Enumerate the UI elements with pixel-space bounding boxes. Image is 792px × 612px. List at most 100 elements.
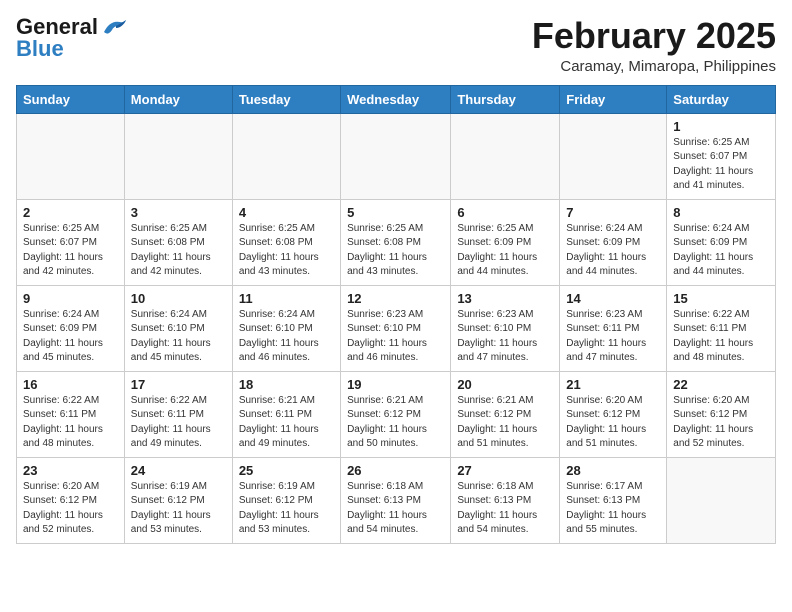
title-block: February 2025 Caramay, Mimaropa, Philipp… [532,16,776,75]
calendar-day-cell: 18 Sunrise: 6:21 AMSunset: 6:11 PMDayligh… [232,371,340,457]
calendar-week-row: 9 Sunrise: 6:24 AMSunset: 6:09 PMDaylight… [17,285,776,371]
calendar-day-cell: 19Sunrise: 6:21 AMSunset: 6:12 PMDayligh… [341,371,451,457]
day-number: 27 [457,463,553,478]
page: General Blue February 2025 Caramay, Mima… [0,0,792,560]
day-info: Sunrise: 6:18 AMSunset: 6:13 PMDaylight:… [457,480,553,538]
calendar-day-cell: 12 Sunrise: 6:23 AMSunset: 6:10 PMDayligh… [341,285,451,371]
weekday-header-thursday: Thursday [451,85,560,113]
day-info: Sunrise: 6:25 AMSunset: 6:07 PMDaylight:… [673,136,769,194]
calendar-day-cell: 24 Sunrise: 6:19 AMSunset: 6:12 PMDayligh… [124,457,232,543]
day-number: 10 [131,291,226,306]
day-number: 21 [566,377,660,392]
logo: General Blue [16,16,128,61]
day-info: Sunrise: 6:19 AMSunset: 6:12 PMDaylight:… [131,480,226,538]
day-number: 5 [347,205,444,220]
day-number: 11 [239,291,334,306]
calendar-day-cell: 8 Sunrise: 6:24 AMSunset: 6:09 PMDaylight… [667,199,776,285]
calendar-day-cell: 10 Sunrise: 6:24 AMSunset: 6:10 PMDayligh… [124,285,232,371]
day-info: Sunrise: 6:22 AMSunset: 6:11 PMDaylight:… [673,308,769,366]
day-number: 14 [566,291,660,306]
day-number: 22 [673,377,769,392]
day-number: 9 [23,291,118,306]
day-info: Sunrise: 6:25 AMSunset: 6:08 PMDaylight:… [239,222,334,280]
day-info: Sunrise: 6:25 AMSunset: 6:09 PMDaylight:… [457,222,553,280]
day-info: Sunrise: 6:24 AMSunset: 6:09 PMDaylight:… [23,308,118,366]
calendar-day-cell: 26 Sunrise: 6:18 AMSunset: 6:13 PMDayligh… [341,457,451,543]
day-number: 15 [673,291,769,306]
day-info: Sunrise: 6:23 AMSunset: 6:11 PMDaylight:… [566,308,660,366]
day-number: 6 [457,205,553,220]
weekday-header-saturday: Saturday [667,85,776,113]
calendar-day-cell: 2 Sunrise: 6:25 AMSunset: 6:07 PMDaylight… [17,199,125,285]
day-number: 23 [23,463,118,478]
calendar-day-cell: 3 Sunrise: 6:25 AMSunset: 6:08 PMDaylight… [124,199,232,285]
calendar-day-cell: 11Sunrise: 6:24 AMSunset: 6:10 PMDayligh… [232,285,340,371]
weekday-header-monday: Monday [124,85,232,113]
day-number: 28 [566,463,660,478]
day-number: 1 [673,119,769,134]
calendar-day-cell [560,113,667,199]
day-info: Sunrise: 6:20 AMSunset: 6:12 PMDaylight:… [23,480,118,538]
logo-text: General [16,16,98,38]
calendar-day-cell [232,113,340,199]
calendar-day-cell: 14 Sunrise: 6:23 AMSunset: 6:11 PMDayligh… [560,285,667,371]
calendar-day-cell: 28 Sunrise: 6:17 AMSunset: 6:13 PMDayligh… [560,457,667,543]
calendar-day-cell: 9 Sunrise: 6:24 AMSunset: 6:09 PMDaylight… [17,285,125,371]
day-number: 16 [23,377,118,392]
calendar-day-cell: 6 Sunrise: 6:25 AMSunset: 6:09 PMDaylight… [451,199,560,285]
day-number: 24 [131,463,226,478]
location-title: Caramay, Mimaropa, Philippines [532,58,776,75]
day-number: 2 [23,205,118,220]
calendar-week-row: 16 Sunrise: 6:22 AMSunset: 6:11 PMDayligh… [17,371,776,457]
calendar-day-cell: 17 Sunrise: 6:22 AMSunset: 6:11 PMDayligh… [124,371,232,457]
day-number: 17 [131,377,226,392]
calendar-day-cell: 5 Sunrise: 6:25 AMSunset: 6:08 PMDaylight… [341,199,451,285]
day-info: Sunrise: 6:17 AMSunset: 6:13 PMDaylight:… [566,480,660,538]
calendar-day-cell: 7Sunrise: 6:24 AMSunset: 6:09 PMDaylight… [560,199,667,285]
calendar-day-cell: 21 Sunrise: 6:20 AMSunset: 6:12 PMDayligh… [560,371,667,457]
calendar-table: SundayMondayTuesdayWednesdayThursdayFrid… [16,85,776,544]
calendar-day-cell: 13Sunrise: 6:23 AMSunset: 6:10 PMDayligh… [451,285,560,371]
day-info: Sunrise: 6:18 AMSunset: 6:13 PMDaylight:… [347,480,444,538]
calendar-week-row: 1 Sunrise: 6:25 AMSunset: 6:07 PMDaylight… [17,113,776,199]
calendar-day-cell: 22 Sunrise: 6:20 AMSunset: 6:12 PMDayligh… [667,371,776,457]
day-info: Sunrise: 6:24 AMSunset: 6:09 PMDaylight:… [673,222,769,280]
calendar-day-cell: 23 Sunrise: 6:20 AMSunset: 6:12 PMDayligh… [17,457,125,543]
day-info: Sunrise: 6:22 AMSunset: 6:11 PMDaylight:… [131,394,226,452]
day-info: Sunrise: 6:21 AMSunset: 6:12 PMDaylight:… [457,394,553,452]
calendar-day-cell: 25 Sunrise: 6:19 AMSunset: 6:12 PMDayligh… [232,457,340,543]
day-number: 8 [673,205,769,220]
day-info: Sunrise: 6:23 AMSunset: 6:10 PMDaylight:… [347,308,444,366]
calendar-day-cell [667,457,776,543]
calendar-day-cell: 15 Sunrise: 6:22 AMSunset: 6:11 PMDayligh… [667,285,776,371]
calendar-day-cell: 4Sunrise: 6:25 AMSunset: 6:08 PMDaylight… [232,199,340,285]
calendar-day-cell: 27 Sunrise: 6:18 AMSunset: 6:13 PMDayligh… [451,457,560,543]
calendar-day-cell [451,113,560,199]
day-info: Sunrise: 6:19 AMSunset: 6:12 PMDaylight:… [239,480,334,538]
weekday-header-wednesday: Wednesday [341,85,451,113]
day-number: 3 [131,205,226,220]
weekday-header-sunday: Sunday [17,85,125,113]
calendar-header-row: SundayMondayTuesdayWednesdayThursdayFrid… [17,85,776,113]
day-info: Sunrise: 6:23 AMSunset: 6:10 PMDaylight:… [457,308,553,366]
day-info: Sunrise: 6:21 AMSunset: 6:12 PMDaylight:… [347,394,444,452]
day-info: Sunrise: 6:20 AMSunset: 6:12 PMDaylight:… [566,394,660,452]
day-info: Sunrise: 6:25 AMSunset: 6:07 PMDaylight:… [23,222,118,280]
day-number: 25 [239,463,334,478]
calendar-day-cell [341,113,451,199]
weekday-header-friday: Friday [560,85,667,113]
day-number: 18 [239,377,334,392]
day-number: 12 [347,291,444,306]
calendar-day-cell: 1 Sunrise: 6:25 AMSunset: 6:07 PMDaylight… [667,113,776,199]
day-number: 7 [566,205,660,220]
day-info: Sunrise: 6:25 AMSunset: 6:08 PMDaylight:… [131,222,226,280]
day-info: Sunrise: 6:20 AMSunset: 6:12 PMDaylight:… [673,394,769,452]
day-info: Sunrise: 6:24 AMSunset: 6:10 PMDaylight:… [131,308,226,366]
calendar-week-row: 2 Sunrise: 6:25 AMSunset: 6:07 PMDaylight… [17,199,776,285]
day-info: Sunrise: 6:25 AMSunset: 6:08 PMDaylight:… [347,222,444,280]
header: General Blue February 2025 Caramay, Mima… [16,16,776,75]
weekday-header-tuesday: Tuesday [232,85,340,113]
day-info: Sunrise: 6:21 AMSunset: 6:11 PMDaylight:… [239,394,334,452]
day-number: 26 [347,463,444,478]
logo-blue-text: Blue [16,36,64,61]
